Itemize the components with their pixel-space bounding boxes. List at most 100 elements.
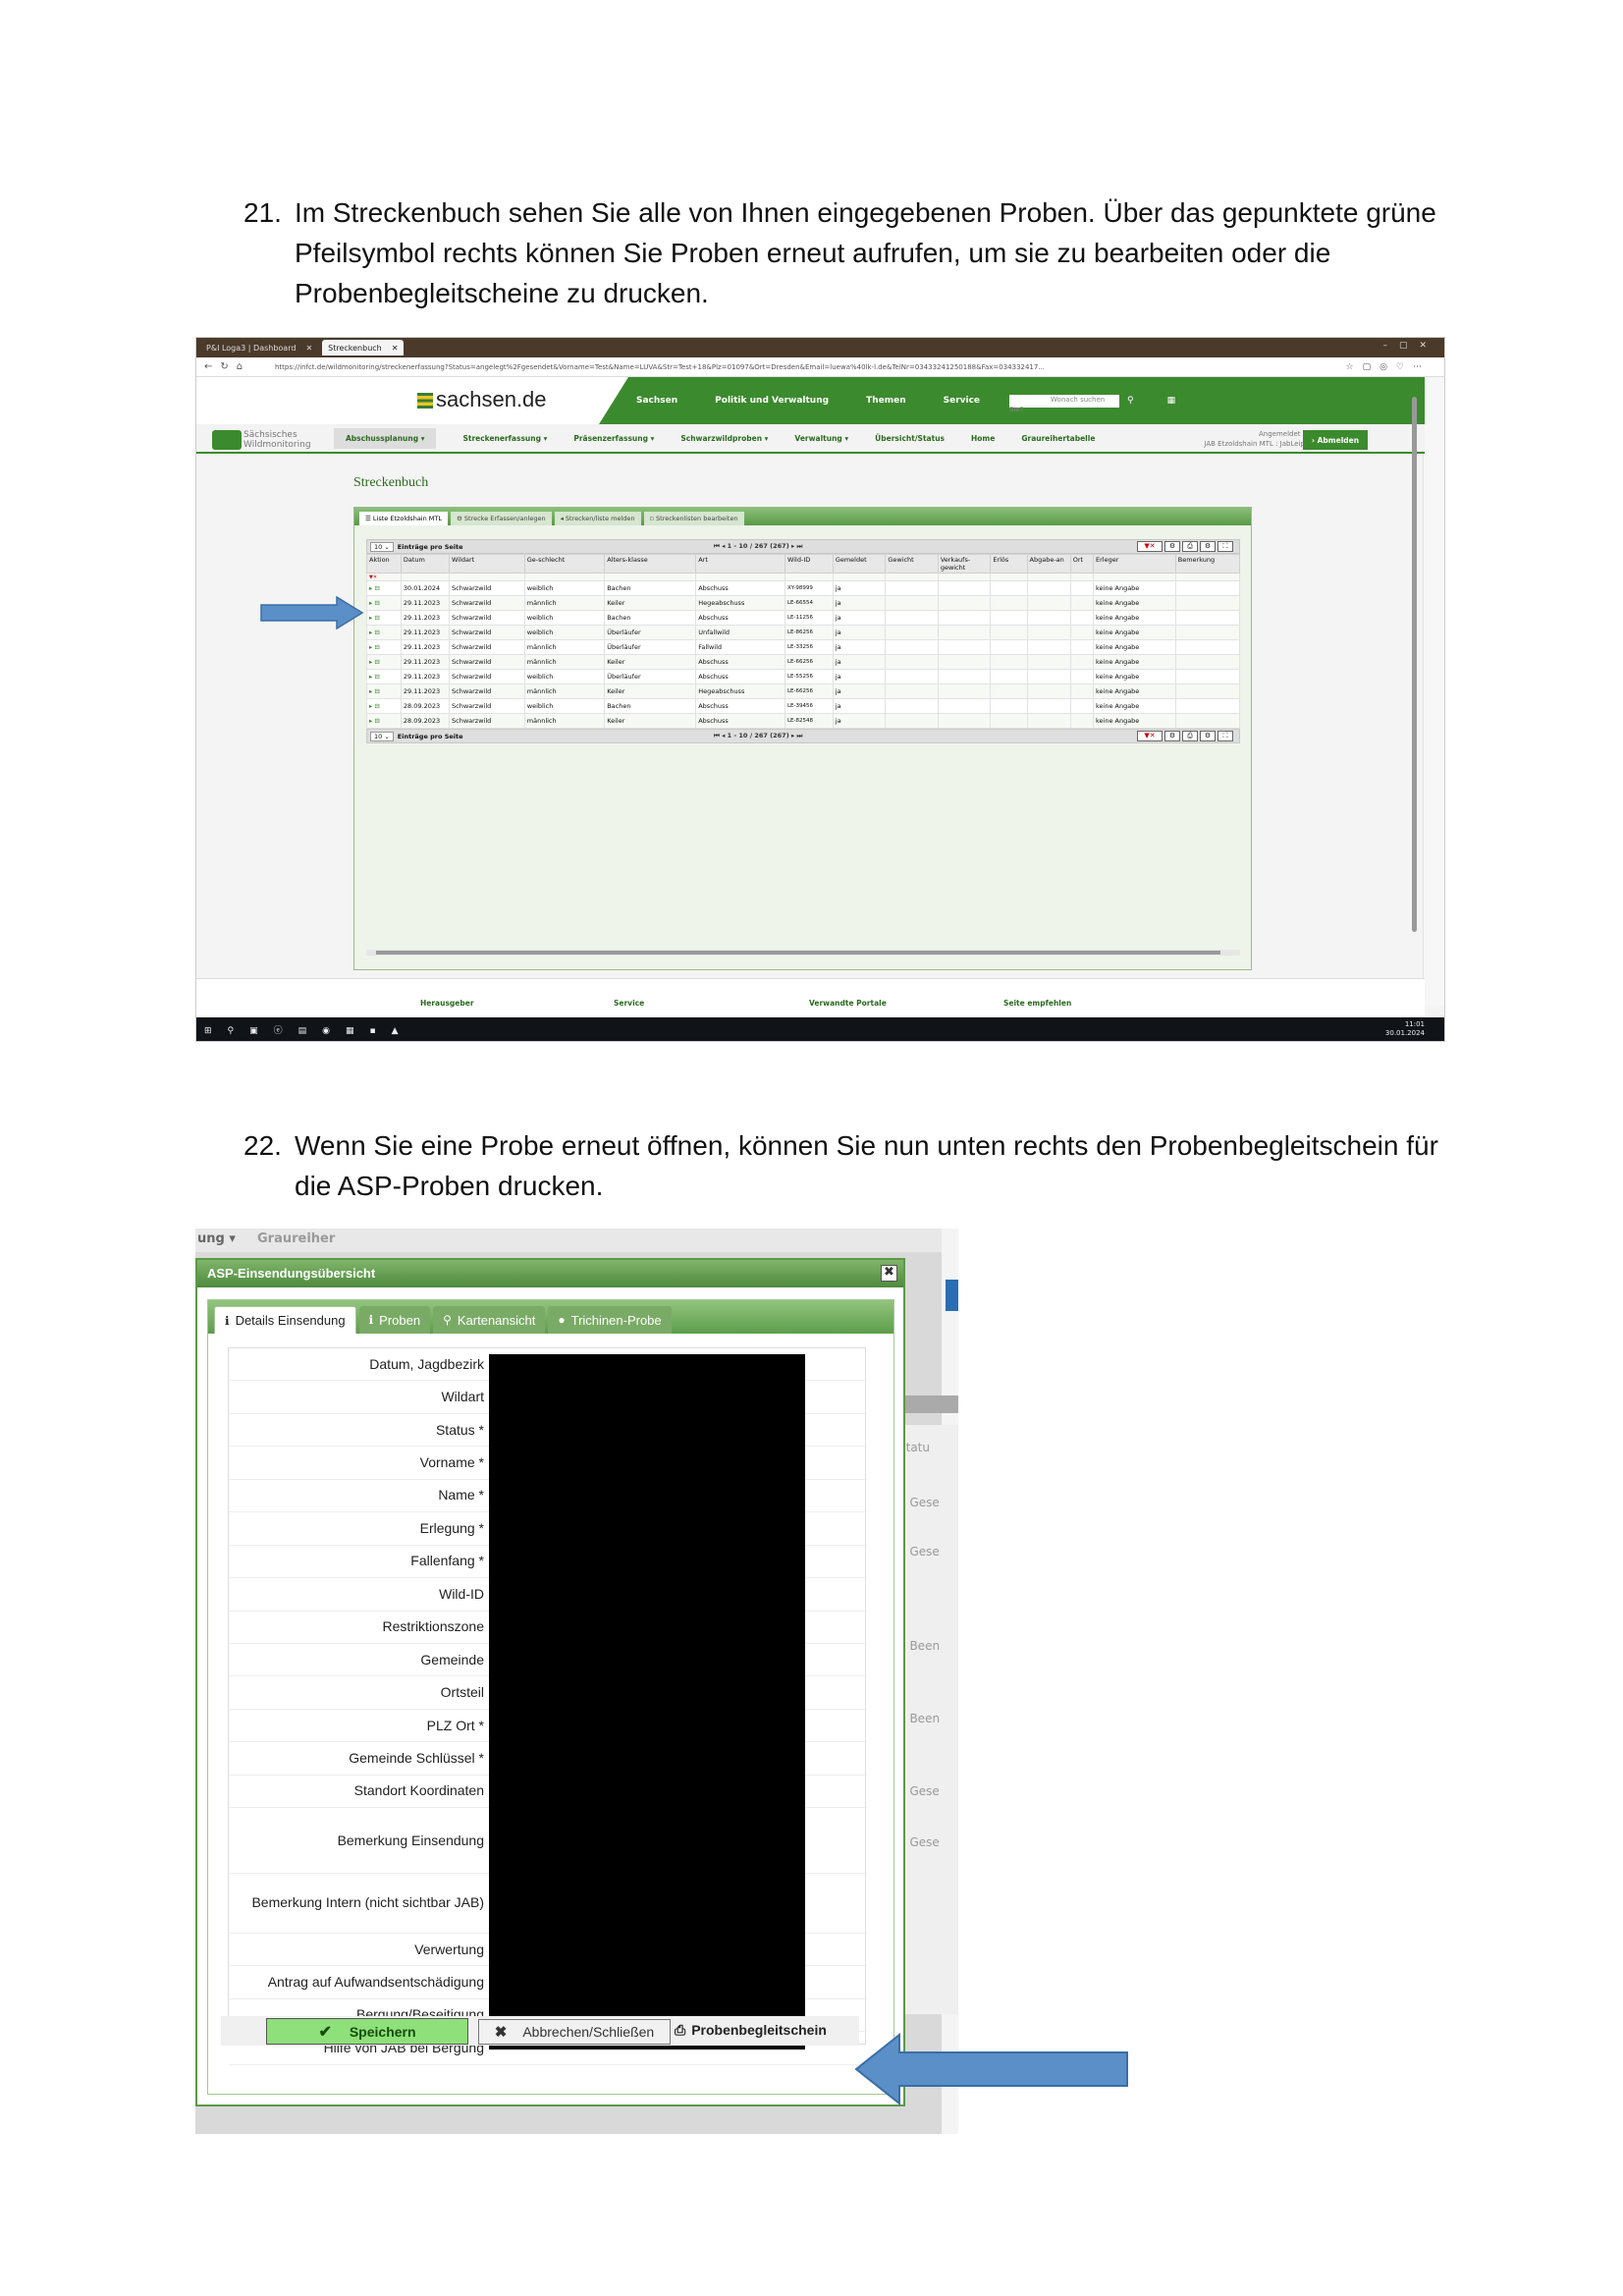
tab-details[interactable]: ℹ Details Einsendung bbox=[214, 1306, 356, 1334]
tab-kartenansicht[interactable]: ⚲ Kartenansicht bbox=[433, 1306, 546, 1334]
browser-tab[interactable]: P&I Loga3 | Dashboard ✕ bbox=[200, 340, 318, 355]
row-action-icon[interactable]: ▸ ⊟ bbox=[366, 625, 402, 640]
nav-politik[interactable]: Politik und Verwaltung bbox=[715, 396, 829, 406]
sub-nav-graureiher[interactable]: Graureihertabelle bbox=[1021, 434, 1095, 449]
column-header[interactable]: Art bbox=[695, 554, 785, 574]
table-row[interactable]: ▸ ⊟ 29.11.2023 Schwarzwild weiblich Überläuf… bbox=[366, 669, 1241, 684]
taskbar-icons[interactable]: ⊞⚲▣ⓔ▤◉▦▪▲ bbox=[204, 1023, 414, 1036]
table-row[interactable]: ▸ ⊟ 29.11.2023 Schwarzwild weiblich Überläuf… bbox=[366, 625, 1241, 640]
site-logo[interactable]: sachsen.de bbox=[417, 387, 547, 412]
column-header[interactable]: Bemerkung bbox=[1174, 554, 1241, 574]
table-row[interactable]: ▸ ⊟ 29.11.2023 Schwarzwild weiblich Bachen Ab… bbox=[366, 610, 1241, 626]
close-icon[interactable]: ✖ bbox=[881, 1265, 897, 1282]
grid-icon[interactable]: ▦ bbox=[1167, 396, 1176, 406]
column-header[interactable]: Gewicht bbox=[885, 554, 939, 574]
row-action-icon[interactable]: ▸ ⊟ bbox=[366, 683, 402, 699]
settings-icon[interactable]: ⚙ bbox=[1164, 731, 1180, 741]
footer-empfehlen[interactable]: Seite empfehlen bbox=[1003, 999, 1071, 1008]
footer-service[interactable]: Service bbox=[614, 999, 644, 1008]
filter-clear-icon[interactable]: ▼✕ bbox=[1137, 541, 1163, 552]
per-page-select[interactable]: 10 ⌄ bbox=[370, 541, 394, 552]
filter-cell[interactable] bbox=[604, 573, 697, 581]
tab-trichinen[interactable]: ● Trichinen-Probe bbox=[548, 1306, 672, 1334]
toolbar-icons[interactable]: ☆▢◎♡⋯ bbox=[1248, 362, 1444, 372]
sub-nav-home[interactable]: Home bbox=[971, 434, 995, 449]
sub-nav-praesenz[interactable]: Präsenzerfassung ▾ bbox=[573, 434, 654, 449]
column-header[interactable]: Alters-klasse bbox=[604, 554, 697, 574]
print-slip-button[interactable]: ⎙ Probenbegleitschein bbox=[675, 2018, 847, 2042]
footer-herausgeber[interactable]: Herausgeber bbox=[420, 999, 474, 1008]
filter-cell[interactable] bbox=[832, 573, 887, 581]
sub-nav-streckenerfassung[interactable]: Streckenerfassung ▾ bbox=[462, 434, 547, 449]
vertical-scrollbar[interactable] bbox=[1412, 397, 1417, 932]
filter-cell[interactable] bbox=[1174, 573, 1241, 581]
expand-icon[interactable]: ⛶ bbox=[1217, 731, 1233, 741]
close-icon[interactable]: ✕ bbox=[305, 344, 312, 353]
table-row[interactable]: ▸ ⊟ 28.09.2023 Schwarzwild weiblich Bachen Ab… bbox=[366, 698, 1241, 714]
search-input[interactable]: Wonach suchen Sie? bbox=[1009, 394, 1120, 413]
browser-tab-active[interactable]: Streckenbuch ✕ bbox=[322, 340, 405, 355]
window-controls[interactable]: –▢✕ bbox=[1382, 341, 1438, 351]
filter-cell[interactable] bbox=[449, 573, 525, 581]
filter-clear-icon[interactable]: ▼✕ bbox=[1137, 731, 1163, 741]
filter-cell[interactable]: ▼✕ bbox=[366, 573, 402, 581]
horizontal-scrollbar[interactable] bbox=[366, 950, 1240, 956]
row-action-icon[interactable]: ▸ ⊟ bbox=[366, 595, 402, 611]
tab-strecke-melden[interactable]: ◂ Strecken/liste melden bbox=[554, 512, 641, 525]
settings-icon[interactable]: ⚙ bbox=[1164, 541, 1180, 552]
column-header[interactable]: Verkaufs-gewicht bbox=[937, 554, 992, 574]
table-row[interactable]: ▸ ⊟ 28.09.2023 Schwarzwild männlich Keiler Ab… bbox=[366, 713, 1241, 729]
close-icon[interactable]: ✕ bbox=[392, 344, 399, 353]
column-header[interactable]: Aktion bbox=[366, 554, 402, 574]
table-row[interactable]: ▸ ⊟ 30.01.2024 Schwarzwild weiblich Bachen Ab… bbox=[366, 580, 1241, 596]
url-text[interactable]: https://infct.de/wildmonitoring/strecken… bbox=[275, 363, 1248, 371]
column-header[interactable]: Wild-ID bbox=[784, 554, 834, 574]
filter-cell[interactable] bbox=[1026, 573, 1071, 581]
tab-liste[interactable]: ☰ Liste Etzoldshain MTL bbox=[359, 512, 448, 525]
table-row[interactable]: ▸ ⊟ 29.11.2023 Schwarzwild männlich Überläuf… bbox=[366, 639, 1241, 655]
filter-cell[interactable] bbox=[400, 573, 451, 581]
table-row[interactable]: ▸ ⊟ 29.11.2023 Schwarzwild männlich Keiler Ab… bbox=[366, 654, 1241, 670]
column-header[interactable]: Wildart bbox=[449, 554, 525, 574]
filter-cell[interactable] bbox=[1092, 573, 1176, 581]
tab-strecke-erfassen[interactable]: ⚙ Strecke Erfassen/anlegen bbox=[451, 512, 552, 525]
address-bar[interactable]: ←↻⌂ https://infct.de/wildmonitoring/stre… bbox=[196, 357, 1444, 377]
filter-cell[interactable] bbox=[523, 573, 606, 581]
table-row[interactable]: ▸ ⊟ 29.11.2023 Schwarzwild männlich Keiler He… bbox=[366, 595, 1241, 611]
expand-icon[interactable]: ⛶ bbox=[1217, 541, 1233, 552]
print-icon[interactable]: ⎙ bbox=[1182, 731, 1198, 741]
nav-icons[interactable]: ←↻⌂ bbox=[196, 361, 275, 372]
search-icon[interactable]: ⚲ bbox=[1127, 396, 1134, 406]
filter-cell[interactable] bbox=[937, 573, 992, 581]
column-header[interactable]: Gemeldet bbox=[832, 554, 887, 574]
column-header[interactable]: Erleger bbox=[1092, 554, 1176, 574]
filter-cell[interactable] bbox=[784, 573, 834, 581]
filter-cell[interactable] bbox=[885, 573, 939, 581]
row-action-icon[interactable]: ▸ ⊟ bbox=[366, 654, 402, 670]
row-action-icon[interactable]: ▸ ⊟ bbox=[366, 713, 402, 729]
pager[interactable]: ⏮ ◂ 1 - 10 / 267 (267) ▸ ⏭ bbox=[714, 542, 802, 551]
sub-nav-uebersicht[interactable]: Übersicht/Status bbox=[875, 434, 945, 449]
sub-nav-abschussplanung[interactable]: Abschussplanung ▾ bbox=[334, 428, 437, 449]
per-page-select[interactable]: 10 ⌄ bbox=[370, 731, 394, 741]
row-action-icon[interactable]: ▸ ⊟ bbox=[366, 698, 402, 714]
logout-button[interactable]: › Abmelden bbox=[1303, 430, 1368, 450]
filter-cell[interactable] bbox=[695, 573, 785, 581]
filter-cell[interactable] bbox=[1069, 573, 1094, 581]
save-button[interactable]: ✔ Speichern bbox=[266, 2018, 468, 2045]
table-row[interactable]: ▸ ⊟ 29.11.2023 Schwarzwild männlich Keiler He… bbox=[366, 683, 1241, 699]
filter-cell[interactable] bbox=[990, 573, 1028, 581]
footer-portale[interactable]: Verwandte Portale bbox=[809, 999, 887, 1008]
column-header[interactable]: Erlös bbox=[990, 554, 1028, 574]
row-action-icon[interactable]: ▸ ⊟ bbox=[366, 639, 402, 655]
sub-nav-schwarzwild[interactable]: Schwarzwildproben ▾ bbox=[680, 434, 768, 449]
column-header[interactable]: Ge-schlecht bbox=[523, 554, 606, 574]
print-icon[interactable]: ⎙ bbox=[1182, 541, 1198, 552]
sub-nav-verwaltung[interactable]: Verwaltung ▾ bbox=[794, 434, 848, 449]
column-header[interactable]: Datum bbox=[400, 554, 451, 574]
nav-sachsen[interactable]: Sachsen bbox=[636, 396, 677, 406]
nav-themen[interactable]: Themen bbox=[866, 396, 906, 406]
pager[interactable]: ⏮ ◂ 1 - 10 / 267 (267) ▸ ⏭ bbox=[714, 732, 802, 740]
cancel-button[interactable]: ✖ Abbrechen/Schließen bbox=[478, 2019, 671, 2045]
gear-icon[interactable]: ⚙ bbox=[1200, 541, 1216, 552]
